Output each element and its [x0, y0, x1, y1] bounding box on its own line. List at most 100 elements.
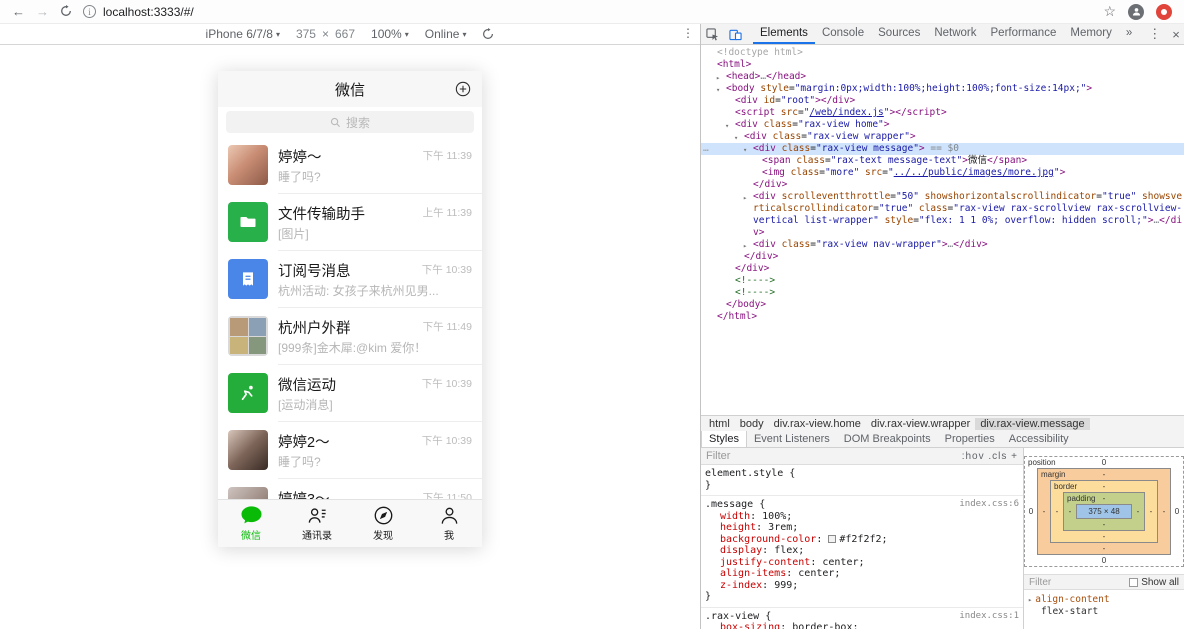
devtools-menu-icon[interactable]: ⋮ [1148, 26, 1161, 42]
sidebar-tab-event-listeners[interactable]: Event Listeners [747, 431, 837, 447]
css-property[interactable]: width: 100%; [705, 511, 1019, 523]
toggle-device-toolbar-icon[interactable] [724, 24, 747, 44]
dom-tree-node[interactable]: </html> [701, 311, 1184, 323]
dom-tree-node[interactable]: ▾<body style="margin:0px;width:100%;heig… [701, 83, 1184, 95]
device-width-input[interactable]: 375 [296, 27, 316, 41]
dom-tree-node[interactable]: <span class="rax-text message-text">微信</… [701, 155, 1184, 167]
chat-list-item[interactable]: 杭州户外群[999条]金木犀:@kim 爱你！下午 11:49 [218, 308, 482, 365]
devtools-tab-console[interactable]: Console [815, 24, 871, 44]
dom-tree-node[interactable]: </body> [701, 299, 1184, 311]
back-icon[interactable]: ← [12, 5, 25, 18]
chat-last-message: 睡了吗? [278, 453, 321, 470]
breadcrumb-item[interactable]: html [704, 418, 735, 430]
tab-me[interactable]: 我 [416, 500, 482, 547]
chat-list-item[interactable]: 订阅号消息杭州活动: 女孩子来杭州见男...下午 10:39 [218, 251, 482, 308]
css-property[interactable]: justify-content: center; [705, 557, 1019, 569]
devtools-tab-network[interactable]: Network [927, 24, 983, 44]
devtools-tab-memory[interactable]: Memory [1063, 24, 1119, 44]
chat-last-message: [图片] [278, 225, 309, 242]
css-property[interactable]: background-color: #f2f2f2; [705, 534, 1019, 546]
dom-tree-node[interactable]: <!----> [701, 287, 1184, 299]
chat-list-item[interactable]: 婷婷～睡了吗?下午 11:39 [218, 137, 482, 194]
zoom-select[interactable]: 100%▾ [371, 27, 409, 41]
style-state-toggles[interactable]: :hov .cls + [962, 451, 1018, 462]
address-bar[interactable]: localhost:3333/#/ [103, 5, 194, 19]
breadcrumb-item[interactable]: div.rax-view.wrapper [866, 418, 975, 430]
chat-list-item[interactable]: 微信运动[运动消息]下午 10:39 [218, 365, 482, 422]
dom-tree-node[interactable]: </div> [701, 263, 1184, 275]
devtools-tab-performance[interactable]: Performance [984, 24, 1064, 44]
throttle-select[interactable]: Online▾ [425, 27, 467, 41]
styles-filter-input[interactable]: Filter [706, 450, 730, 462]
breadcrumb-item[interactable]: body [735, 418, 769, 430]
site-info-icon[interactable]: i [83, 5, 96, 18]
css-property[interactable]: z-index: 999; [705, 580, 1019, 592]
chat-list-item[interactable]: 婷婷3～下午 11:50 [218, 479, 482, 499]
rule-selector[interactable]: .rax-view [705, 611, 759, 622]
devtools-panel: ElementsConsoleSourcesNetworkPerformance… [700, 24, 1184, 629]
dom-tree-node[interactable]: <div id="root"></div> [701, 95, 1184, 107]
device-height-input[interactable]: 667 [335, 27, 355, 41]
me-icon [438, 505, 461, 526]
rule-selector[interactable]: .message [705, 499, 753, 510]
node-menu-icon[interactable]: … [703, 143, 709, 155]
device-toolbar-menu-icon[interactable]: ⋮ [682, 26, 694, 40]
dom-tree-node[interactable]: ▸<head>…</head> [701, 71, 1184, 83]
computed-filter-input[interactable]: Filter [1029, 577, 1051, 588]
extension-badge-icon[interactable] [1156, 4, 1172, 20]
search-icon [330, 117, 341, 128]
sidebar-tab-styles[interactable]: Styles [701, 431, 747, 447]
dom-tree-node[interactable]: ▾<div class="rax-view wrapper"> [701, 131, 1184, 143]
devtools-tab-elements[interactable]: Elements [753, 24, 815, 44]
css-property[interactable]: display: flex; [705, 545, 1019, 557]
color-swatch[interactable] [828, 535, 836, 543]
stylesheet-link[interactable]: index.css:6 [959, 499, 1019, 511]
dom-tree-node[interactable]: ▸<div scrolleventthrottle="50" showshori… [701, 191, 1184, 239]
bookmark-star-icon[interactable]: ☆ [1103, 3, 1116, 20]
add-icon[interactable] [455, 81, 471, 97]
tab-contacts[interactable]: 通讯录 [284, 500, 350, 547]
dom-tree-node[interactable]: ▾…<div class="rax-view message"> == $0 [701, 143, 1184, 155]
reload-icon[interactable] [60, 5, 72, 19]
search-input[interactable]: 搜索 [226, 111, 474, 133]
rotate-icon[interactable] [482, 28, 494, 40]
devtools-close-icon[interactable]: × [1172, 27, 1180, 42]
sidebar-tab-accessibility[interactable]: Accessibility [1002, 431, 1076, 447]
dom-tree-node[interactable]: </div> [701, 179, 1184, 191]
tab-chat[interactable]: 微信 [218, 500, 284, 547]
dom-tree-node[interactable]: <!----> [701, 275, 1184, 287]
rule-selector[interactable]: element.style [705, 468, 783, 479]
chat-list-item[interactable]: 婷婷2～睡了吗?下午 10:39 [218, 422, 482, 479]
inspect-element-icon[interactable] [701, 24, 724, 44]
dom-tree-node[interactable]: <script src="/web/index.js"></script> [701, 107, 1184, 119]
devtools-more-tabs-icon[interactable]: » [1119, 24, 1139, 44]
device-select[interactable]: iPhone 6/7/8▾ [206, 27, 280, 41]
devtools-tab-sources[interactable]: Sources [871, 24, 927, 44]
breadcrumb-item[interactable]: div.rax-view.home [769, 418, 866, 430]
tree-expand-arrow[interactable]: ▸ [743, 192, 747, 204]
forward-icon[interactable]: → [36, 5, 49, 18]
chat-list-item[interactable]: 文件传输助手[图片]上午 11:39 [218, 194, 482, 251]
dom-tree-node[interactable]: <!doctype html> [701, 47, 1184, 59]
show-all-checkbox[interactable] [1129, 578, 1138, 587]
device-toolbar: iPhone 6/7/8▾ 375 × 667 100%▾ Online▾ ⋮ [0, 24, 700, 45]
profile-avatar-icon[interactable] [1128, 4, 1144, 20]
css-property[interactable]: height: 3rem; [705, 522, 1019, 534]
tab-discover[interactable]: 发现 [350, 500, 416, 547]
css-property[interactable]: align-items: center; [705, 568, 1019, 580]
computed-property[interactable]: ▸align-content [1026, 593, 1182, 606]
sidebar-tab-dom-breakpoints[interactable]: DOM Breakpoints [837, 431, 938, 447]
browser-toolbar: ← → i localhost:3333/#/ ☆ [0, 0, 1184, 24]
css-property[interactable]: box-sizing: border-box; [705, 622, 1019, 629]
stylesheet-link[interactable]: index.css:1 [959, 611, 1019, 623]
dom-tree-node[interactable]: ▾<div class="rax-view home"> [701, 119, 1184, 131]
sidebar-tab-properties[interactable]: Properties [938, 431, 1002, 447]
dom-tree-node[interactable]: </div> [701, 251, 1184, 263]
dom-tree-node[interactable]: <html> [701, 59, 1184, 71]
chat-time: 下午 11:50 [423, 490, 472, 499]
dom-tree-node[interactable]: <img class="more" src="../../public/imag… [701, 167, 1184, 179]
dom-tree-node[interactable]: ▸<div class="rax-view nav-wrapper">…</di… [701, 239, 1184, 251]
breadcrumb: htmlbodydiv.rax-view.homediv.rax-view.wr… [701, 415, 1184, 431]
expand-arrow-icon[interactable]: ▸ [1028, 596, 1032, 604]
breadcrumb-item[interactable]: div.rax-view.message [975, 418, 1089, 430]
